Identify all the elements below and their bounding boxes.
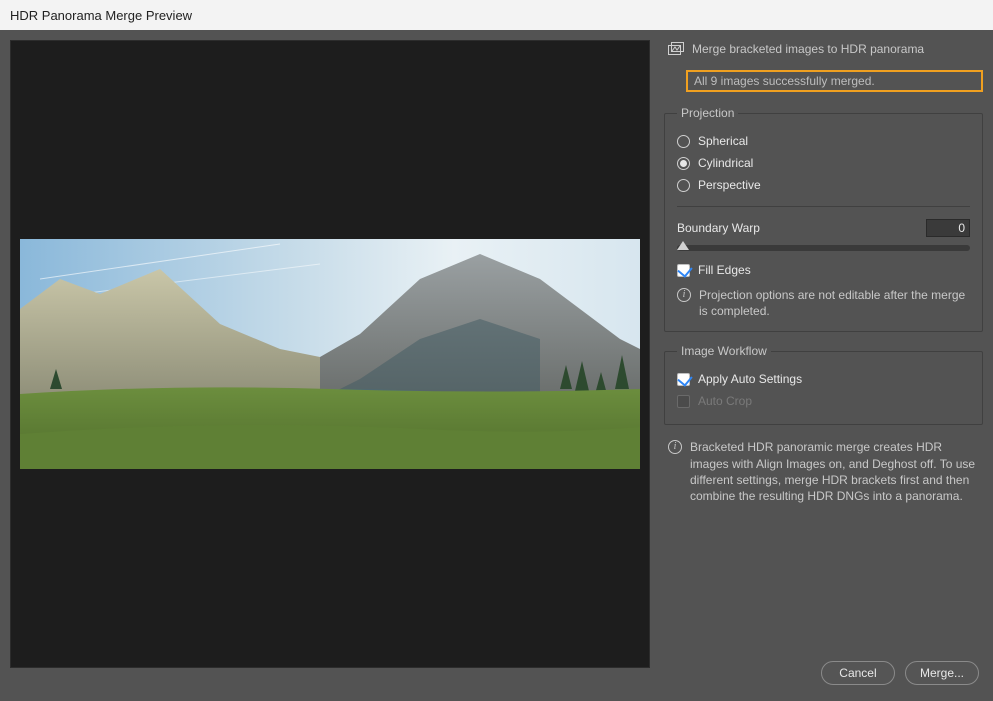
boundary-warp-row: Boundary Warp (677, 217, 970, 239)
window-title: HDR Panorama Merge Preview (10, 8, 192, 23)
checkbox-icon (677, 373, 690, 386)
checkbox-icon (677, 264, 690, 277)
boundary-warp-slider[interactable] (677, 245, 970, 251)
projection-note-text: Projection options are not editable afte… (699, 287, 970, 319)
radio-icon (677, 179, 690, 192)
cancel-button[interactable]: Cancel (821, 661, 895, 685)
options-pane: Merge bracketed images to HDR panorama A… (660, 30, 993, 701)
auto-crop-checkbox: Auto Crop (677, 390, 970, 412)
info-icon: i (677, 288, 691, 302)
projection-legend: Projection (677, 106, 738, 120)
merge-status-highlight: All 9 images successfully merged. (686, 70, 983, 92)
radio-icon (677, 157, 690, 170)
apply-auto-settings-checkbox[interactable]: Apply Auto Settings (677, 368, 970, 390)
panorama-stack-icon (668, 42, 684, 56)
checkbox-label: Apply Auto Settings (698, 372, 802, 386)
info-icon: i (668, 440, 682, 454)
checkbox-icon (677, 395, 690, 408)
preview-frame (10, 40, 650, 668)
merge-header-label: Merge bracketed images to HDR panorama (692, 42, 924, 56)
image-workflow-section: Image Workflow Apply Auto Settings Auto … (664, 344, 983, 425)
checkbox-label: Auto Crop (698, 394, 752, 408)
radio-icon (677, 135, 690, 148)
footer-info-text: Bracketed HDR panoramic merge creates HD… (690, 439, 979, 504)
projection-note: i Projection options are not editable af… (677, 281, 970, 319)
divider (677, 206, 970, 207)
boundary-warp-input[interactable] (926, 219, 970, 237)
projection-option-cylindrical[interactable]: Cylindrical (677, 152, 970, 174)
footer-info: i Bracketed HDR panoramic merge creates … (664, 433, 983, 504)
slider-handle-icon (677, 241, 689, 250)
panorama-preview-image (20, 239, 640, 469)
radio-label: Spherical (698, 134, 748, 148)
radio-label: Cylindrical (698, 156, 753, 170)
workflow-legend: Image Workflow (677, 344, 771, 358)
projection-option-perspective[interactable]: Perspective (677, 174, 970, 196)
fill-edges-checkbox[interactable]: Fill Edges (677, 259, 970, 281)
dialog-buttons: Cancel Merge... (664, 661, 983, 691)
boundary-warp-label: Boundary Warp (677, 221, 760, 235)
merge-button[interactable]: Merge... (905, 661, 979, 685)
window-titlebar: HDR Panorama Merge Preview (0, 0, 993, 30)
radio-label: Perspective (698, 178, 761, 192)
merge-header: Merge bracketed images to HDR panorama (664, 40, 983, 58)
preview-pane (0, 30, 660, 701)
app-body: Merge bracketed images to HDR panorama A… (0, 30, 993, 701)
checkbox-label: Fill Edges (698, 263, 751, 277)
projection-option-spherical[interactable]: Spherical (677, 130, 970, 152)
projection-section: Projection Spherical Cylindrical Perspec… (664, 106, 983, 332)
